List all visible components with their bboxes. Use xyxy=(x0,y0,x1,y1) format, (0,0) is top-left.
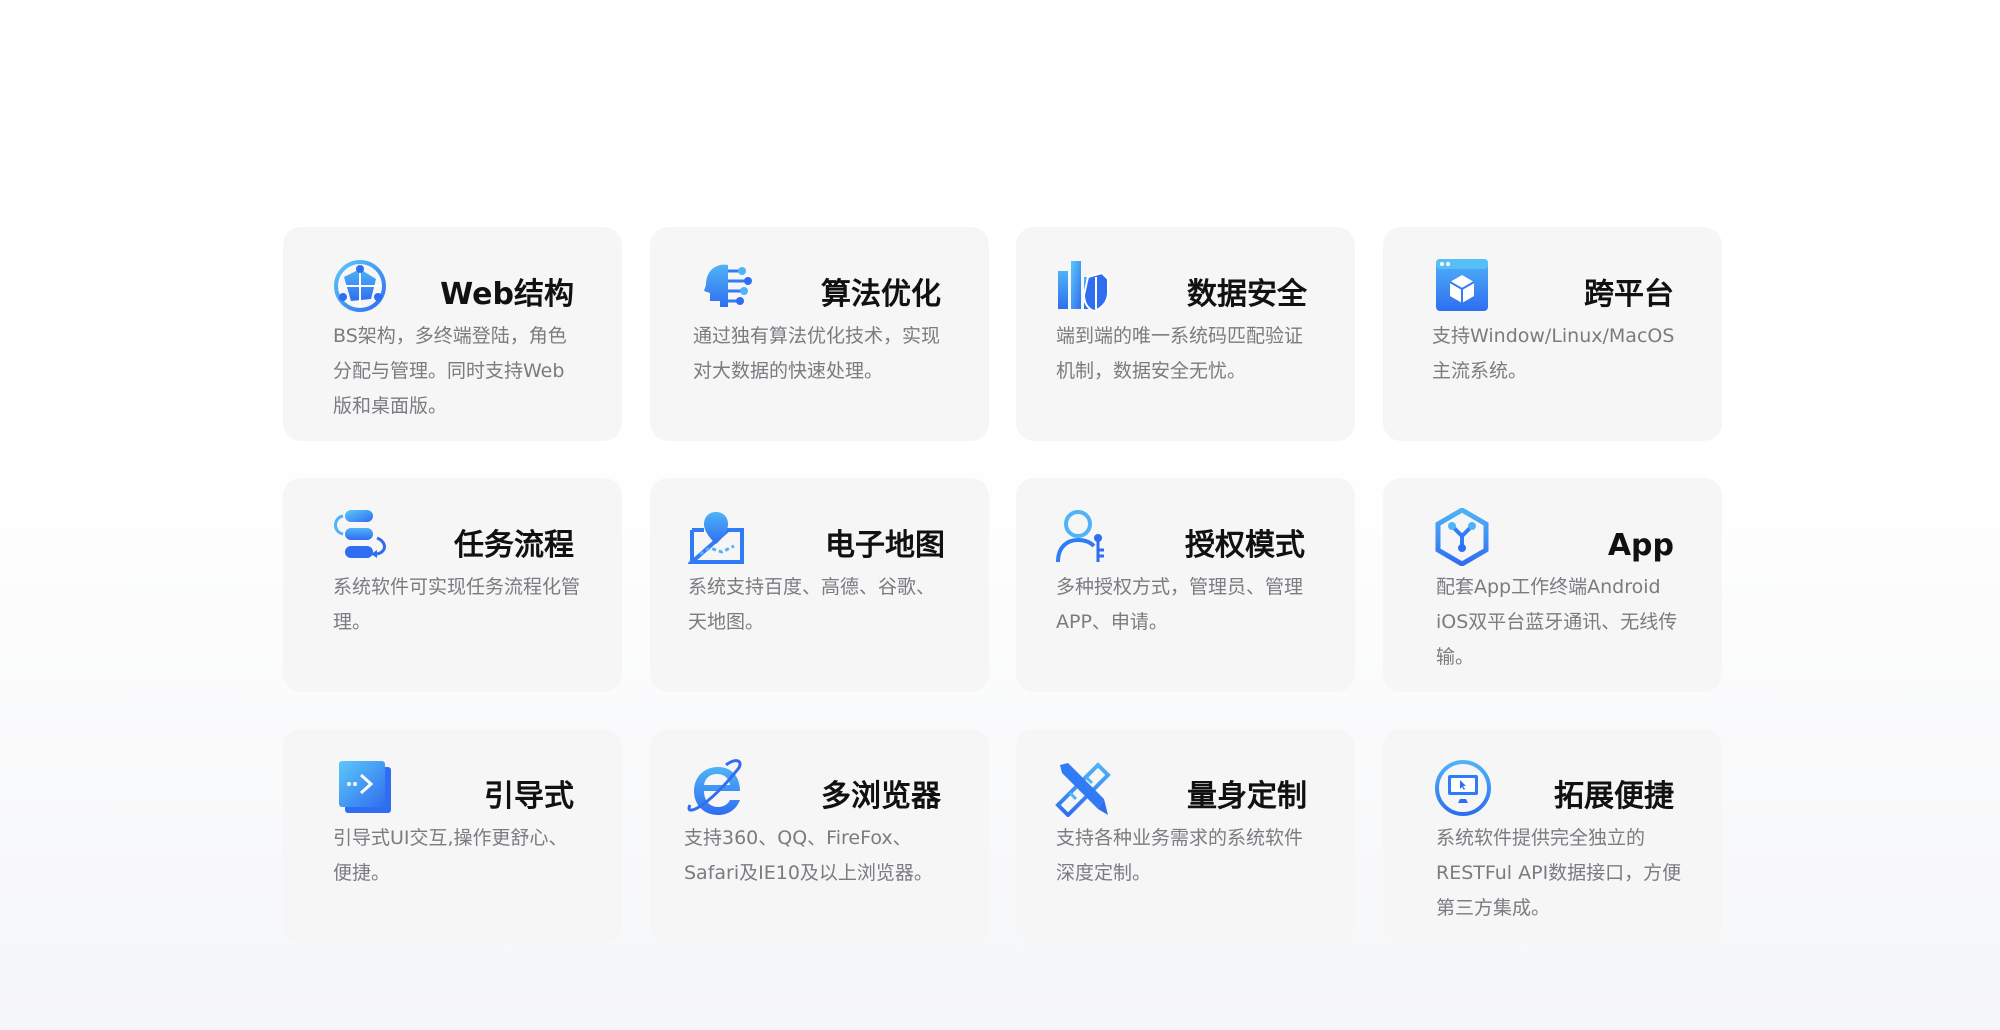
feature-title: 拓展便捷 xyxy=(1554,779,1674,814)
feature-title: 授权模式 xyxy=(1185,528,1305,563)
feature-card-algorithm: 算法优化 通过独有算法优化技术，实现对大数据的快速处理。 xyxy=(650,227,989,441)
feature-title: 多浏览器 xyxy=(821,779,941,814)
feature-description: 引导式UI交互,操作更舒心、便捷。 xyxy=(333,827,568,884)
feature-description: 系统支持百度、高德、谷歌、天地图。 xyxy=(688,576,936,633)
feature-card-map: 电子地图 系统支持百度、高德、谷歌、天地图。 xyxy=(650,478,989,692)
feature-description: 系统软件提供完全独立的RESTFul API数据接口，方便第三方集成。 xyxy=(1436,827,1682,919)
ruler-pencil-icon xyxy=(1054,759,1112,817)
feature-description: 支持360、QQ、FireFox、Safari及IE10及以上浏览器。 xyxy=(684,827,933,884)
ie-browser-icon xyxy=(686,759,744,817)
feature-description: 支持各种业务需求的系统软件深度定制。 xyxy=(1056,827,1304,884)
feature-description: 系统软件可实现任务流程化管理。 xyxy=(333,576,581,633)
guide-arrow-icon xyxy=(337,759,395,817)
monitor-cursor-icon xyxy=(1434,759,1492,817)
feature-card-guided: 引导式 引导式UI交互,操作更舒心、便捷。 xyxy=(283,729,622,943)
globe-network-icon xyxy=(331,257,389,315)
workflow-icon xyxy=(331,508,389,566)
feature-description: 多种授权方式，管理员、管理APP、申请。 xyxy=(1056,576,1304,633)
feature-card-cross-platform: 跨平台 支持Window/Linux/MacOS主流系统。 xyxy=(1383,227,1722,441)
shield-chart-icon xyxy=(1054,257,1112,315)
feature-card-browsers: 多浏览器 支持360、QQ、FireFox、Safari及IE10及以上浏览器。 xyxy=(650,729,989,943)
feature-title: App xyxy=(1607,528,1674,563)
feature-card-app: App 配套App工作终端Android iOS双平台蓝牙通讯、无线传输。 xyxy=(1383,478,1722,692)
feature-card-web: Web结构 BS架构，多终端登陆，角色分配与管理。同时支持Web版和桌面版。 xyxy=(283,227,622,441)
feature-title: 量身定制 xyxy=(1187,779,1307,814)
feature-title: 任务流程 xyxy=(454,528,574,563)
feature-description: 配套App工作终端Android iOS双平台蓝牙通讯、无线传输。 xyxy=(1436,576,1678,668)
feature-description: BS架构，多终端登陆，角色分配与管理。同时支持Web版和桌面版。 xyxy=(333,325,567,417)
feature-description: 支持Window/Linux/MacOS主流系统。 xyxy=(1432,325,1675,382)
feature-card-authorization: 授权模式 多种授权方式，管理员、管理APP、申请。 xyxy=(1016,478,1355,692)
feature-grid: Web结构 BS架构，多终端登陆，角色分配与管理。同时支持Web版和桌面版。 算… xyxy=(0,0,2000,1030)
app-hexagon-icon xyxy=(1434,508,1492,566)
feature-title: 算法优化 xyxy=(821,277,941,312)
feature-card-extensibility: 拓展便捷 系统软件提供完全独立的RESTFul API数据接口，方便第三方集成。 xyxy=(1383,729,1722,943)
feature-title: 引导式 xyxy=(484,779,574,814)
feature-card-security: 数据安全 端到端的唯一系统码匹配验证机制，数据安全无忧。 xyxy=(1016,227,1355,441)
feature-card-customization: 量身定制 支持各种业务需求的系统软件深度定制。 xyxy=(1016,729,1355,943)
ai-head-icon xyxy=(696,257,754,315)
feature-title: 数据安全 xyxy=(1187,277,1307,312)
map-pin-icon xyxy=(688,508,746,566)
window-cube-icon xyxy=(1434,257,1492,315)
feature-title: Web结构 xyxy=(440,277,574,312)
feature-title: 跨平台 xyxy=(1584,277,1674,312)
feature-card-workflow: 任务流程 系统软件可实现任务流程化管理。 xyxy=(283,478,622,692)
feature-title: 电子地图 xyxy=(825,528,945,563)
feature-description: 端到端的唯一系统码匹配验证机制，数据安全无忧。 xyxy=(1056,325,1304,382)
feature-description: 通过独有算法优化技术，实现对大数据的快速处理。 xyxy=(693,325,941,382)
user-key-icon xyxy=(1054,508,1112,566)
